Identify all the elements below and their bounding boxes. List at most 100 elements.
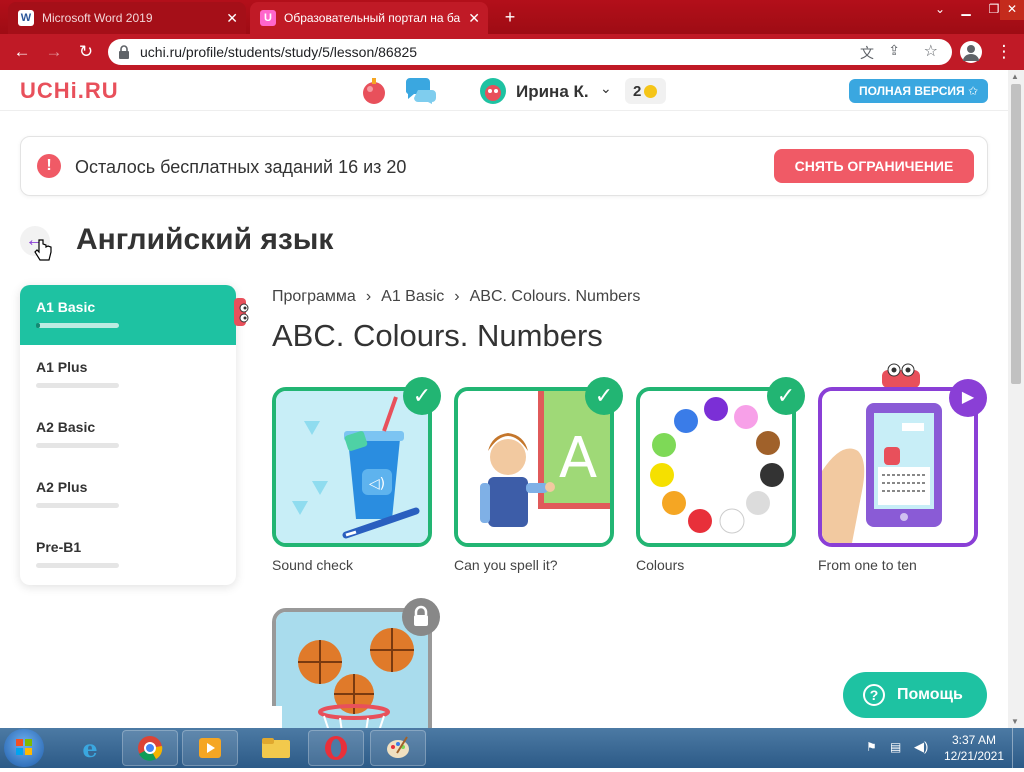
question-icon: ? — [863, 684, 885, 706]
level-progress-bar — [36, 443, 119, 448]
opera-taskbar-icon[interactable] — [308, 730, 364, 766]
close-tab-icon[interactable]: ✕ — [226, 10, 238, 27]
word-favicon-icon: W — [18, 10, 34, 26]
hand-cursor-icon — [34, 239, 52, 261]
browser-menu-icon[interactable]: ⋮ — [992, 40, 1016, 64]
remove-limit-button[interactable]: СНЯТЬ ОГРАНИЧЕНИЕ — [774, 149, 974, 183]
level-item-a1-plus[interactable]: A1 Plus — [20, 345, 236, 405]
chat-icon[interactable] — [404, 78, 438, 104]
scroll-thumb[interactable] — [1011, 84, 1021, 384]
level-label: A2 Basic — [36, 419, 96, 435]
completed-check-icon: ✓ — [403, 377, 441, 415]
chevron-down-icon[interactable]: ⌄ — [600, 80, 612, 97]
tray-volume-icon[interactable]: ◀) — [914, 739, 928, 755]
tab-search-chevron-icon[interactable]: ⌄ — [926, 0, 954, 20]
forward-arrow-icon[interactable]: → — [42, 40, 66, 64]
windows-taskbar: e ⚑ ▤ ◀) 3:37 AM 12/21/2021 — [0, 728, 1024, 768]
mascot-peek-icon — [234, 298, 249, 326]
uchi-logo[interactable]: UCHi.RU — [20, 78, 119, 104]
page-content: UCHi.RU Ирина К. ⌄ 2 ПОЛНАЯ ВЕРСИЯ ✩ ! О… — [0, 70, 1024, 728]
paint-taskbar-icon[interactable] — [370, 730, 426, 766]
scroll-down-icon[interactable]: ▼ — [1011, 717, 1019, 726]
lesson-caption[interactable]: Colours — [636, 557, 684, 573]
breadcrumb-separator: › — [454, 288, 460, 305]
coins-counter[interactable]: 2 — [625, 78, 666, 104]
user-name[interactable]: Ирина К. — [516, 82, 589, 102]
breadcrumb-program[interactable]: Программа — [272, 288, 356, 306]
browser-tab-strip: W Microsoft Word 2019 ✕ U Образовательны… — [0, 0, 1024, 34]
media-player-taskbar-icon[interactable] — [182, 730, 238, 766]
subject-title: Английский язык — [76, 223, 334, 256]
alert-icon: ! — [37, 154, 61, 178]
start-button[interactable] — [4, 729, 44, 767]
lesson-caption[interactable]: Sound check — [272, 557, 353, 573]
breadcrumb-lesson: ABC. Colours. Numbers — [469, 288, 641, 305]
phone-illustration — [822, 391, 974, 543]
level-label: A2 Plus — [36, 479, 88, 495]
breadcrumb-separator: › — [365, 288, 372, 305]
svg-text:◁): ◁) — [369, 476, 385, 492]
reload-icon[interactable]: ↻ — [74, 40, 98, 64]
level-progress-bar — [36, 383, 119, 388]
clock-date: 12/21/2021 — [943, 749, 1005, 763]
close-tab-icon[interactable]: ✕ — [468, 10, 480, 27]
lesson-card-colours[interactable] — [636, 387, 796, 547]
user-avatar[interactable] — [480, 78, 506, 104]
lesson-card-spell-it[interactable]: A — [454, 387, 614, 547]
new-tab-plus-icon[interactable]: + — [500, 7, 520, 27]
lesson-card-sound-check[interactable]: ◁) — [272, 387, 432, 547]
show-desktop-button[interactable] — [1012, 728, 1024, 768]
lesson-title: ABC. Colours. Numbers — [272, 318, 603, 353]
minimize-icon[interactable]: ▁ — [952, 0, 980, 20]
url-text: uchi.ru/profile/students/study/5/lesson/… — [140, 44, 418, 60]
tab-word[interactable]: W Microsoft Word 2019 ✕ — [8, 2, 246, 34]
profile-avatar-icon[interactable] — [960, 41, 982, 63]
sound-check-illustration: ◁) — [276, 391, 428, 543]
tray-network-icon[interactable]: ▤ — [890, 740, 901, 754]
completed-check-icon: ✓ — [585, 377, 623, 415]
clock-time: 3:37 AM — [951, 733, 997, 747]
site-header: UCHi.RU Ирина К. ⌄ 2 ПОЛНАЯ ВЕРСИЯ ✩ — [0, 70, 1008, 111]
chrome-taskbar-icon[interactable] — [122, 730, 178, 766]
lesson-caption[interactable]: Can you spell it? — [454, 557, 558, 573]
tray-flag-icon[interactable]: ⚑ — [866, 740, 877, 754]
level-item-a2-plus[interactable]: A2 Plus — [20, 465, 236, 525]
tab-uchi[interactable]: U Образовательный портал на ба ✕ — [250, 2, 488, 34]
level-label: Pre-B1 — [36, 539, 82, 555]
lesson-caption[interactable]: From one to ten — [818, 557, 917, 573]
free-tasks-text: Осталось бесплатных заданий 16 из 20 — [75, 157, 407, 177]
share-icon[interactable]: ⇪ — [888, 42, 900, 59]
level-label: A1 Basic — [36, 299, 96, 315]
help-label: Помощь — [897, 686, 963, 703]
back-arrow-icon[interactable]: ← — [10, 40, 34, 64]
bomb-icon[interactable] — [360, 76, 388, 106]
page-scrollbar[interactable]: ▲ ▼ — [1008, 70, 1024, 728]
level-progress-bar — [36, 323, 119, 328]
colours-illustration — [640, 391, 792, 543]
play-icon[interactable]: ▶ — [949, 379, 987, 417]
breadcrumb-level[interactable]: A1 Basic — [381, 288, 444, 306]
full-version-button[interactable]: ПОЛНАЯ ВЕРСИЯ ✩ — [849, 79, 988, 103]
help-button[interactable]: ? Помощь — [843, 672, 987, 718]
level-item-a2-basic[interactable]: A2 Basic — [20, 405, 236, 465]
spell-it-illustration: A — [458, 391, 610, 543]
scroll-up-icon[interactable]: ▲ — [1011, 72, 1019, 81]
translate-icon[interactable]: 文 — [860, 43, 874, 63]
level-progress-bar — [36, 563, 119, 568]
overlay-strip — [0, 706, 282, 728]
level-item-a1-basic[interactable]: A1 Basic — [20, 285, 236, 345]
level-label: A1 Plus — [36, 359, 88, 375]
explorer-taskbar-icon[interactable] — [248, 730, 304, 766]
level-item-pre-b1[interactable]: Pre-B1 — [20, 525, 236, 585]
bookmark-star-icon[interactable]: ☆ — [924, 41, 938, 61]
lock-icon — [402, 598, 440, 636]
uchi-favicon-icon: U — [260, 10, 276, 26]
mascot-icon — [882, 363, 920, 388]
ie-taskbar-icon[interactable]: e — [62, 730, 118, 766]
svg-text:A: A — [559, 426, 597, 491]
address-bar[interactable]: uchi.ru/profile/students/study/5/lesson/… — [108, 39, 952, 65]
taskbar-clock[interactable]: 3:37 AM 12/21/2021 — [942, 732, 1006, 764]
level-list: A1 Basic A1 Plus A2 Basic A2 Plus Pre-B1 — [20, 285, 236, 585]
breadcrumb: Программа › A1 Basic › ABC. Colours. Num… — [272, 288, 640, 306]
close-window-icon[interactable]: ✕ — [1000, 0, 1024, 20]
